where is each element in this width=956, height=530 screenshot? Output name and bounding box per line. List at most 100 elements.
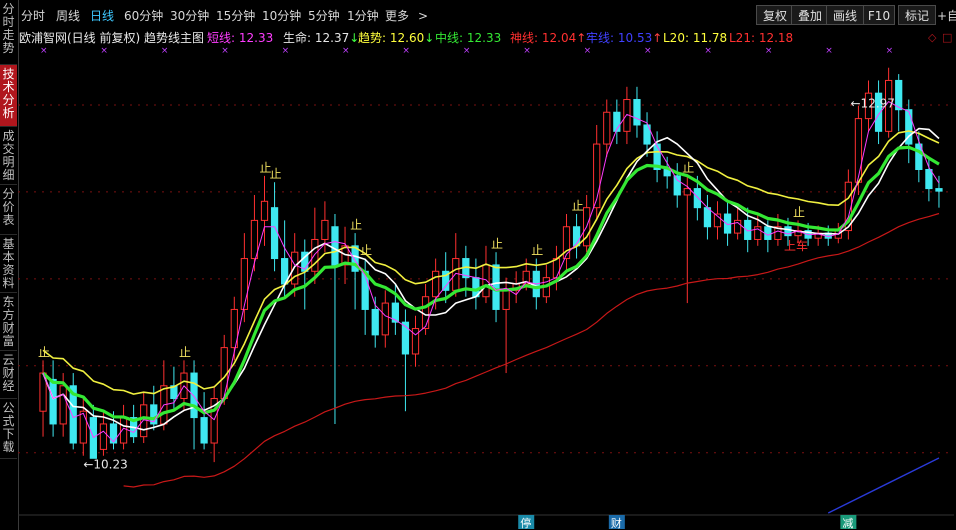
legend-arrow-icon: ↑ <box>652 31 663 45</box>
candle-body <box>452 258 460 291</box>
top-x-marker: × <box>342 47 350 56</box>
stop-marker: 止 <box>38 345 50 359</box>
event-marker: 停 <box>520 516 531 530</box>
candle-body <box>744 219 752 240</box>
candle-body <box>935 188 943 192</box>
candle-body <box>854 118 863 183</box>
candle-body <box>371 308 379 336</box>
firm-line <box>827 457 940 514</box>
tab-eastmoney[interactable]: 东方财富 <box>0 293 17 351</box>
trend-line <box>42 130 940 395</box>
f10-button[interactable]: F10 <box>863 5 895 25</box>
top-x-marker: × <box>40 47 48 56</box>
period-more[interactable]: 更多 <box>385 5 409 27</box>
add-custom-button[interactable]: +自 <box>937 5 956 27</box>
chart-close-icon[interactable]: □ <box>942 31 952 44</box>
legend-life-line: 生命: 12.37↓ <box>283 31 360 45</box>
candle-body <box>99 423 108 450</box>
candle-body <box>190 372 198 419</box>
tab-basic-info[interactable]: 基本资料 <box>0 235 17 293</box>
stop-marker: 止 <box>682 161 694 175</box>
candle-body <box>693 188 701 209</box>
more-arrow-icon[interactable]: > <box>418 5 428 27</box>
tab-trade-details[interactable]: 成交明细 <box>0 127 17 185</box>
period-15min[interactable]: 15分钟 <box>216 5 255 27</box>
stop-marker: 止 <box>491 237 503 251</box>
stop-marker: 止 <box>179 345 191 359</box>
left-vertical-tabs: 分时走势 技术分析 成交明细 分价表 基本资料 东方财富 云财经 公式下载 <box>0 0 19 530</box>
period-10min[interactable]: 10分钟 <box>262 5 301 27</box>
period-60min[interactable]: 60分钟 <box>124 5 163 27</box>
candle-body <box>723 213 732 234</box>
top-x-marker: × <box>402 47 410 56</box>
stop-marker: 止 <box>350 218 362 232</box>
legend-l21: L21: 12.18 <box>729 31 794 45</box>
tab-price-table[interactable]: 分价表 <box>0 185 17 235</box>
candle-body <box>270 207 279 260</box>
period-weekly[interactable]: 周线 <box>56 5 80 27</box>
candle-body <box>683 188 691 196</box>
candle-body <box>321 219 329 240</box>
event-marker: 财 <box>611 516 622 530</box>
low-price-label: ←10.23 <box>83 457 127 471</box>
top-x-marker: × <box>282 47 290 56</box>
legend-trend-line: 趋势: 12.60↓ <box>358 31 435 45</box>
candle-body <box>482 264 490 298</box>
legend-l20: L20: 11.78 <box>663 31 728 45</box>
period-daily[interactable]: 日线 <box>90 5 114 27</box>
candle-body <box>200 417 208 444</box>
top-x-marker: × <box>765 47 773 56</box>
tab-intraday[interactable]: 分时走势 <box>0 0 17 65</box>
candle-body <box>492 264 500 310</box>
candle-body <box>59 385 67 425</box>
top-x-marker: × <box>221 47 229 56</box>
mark-button[interactable]: 标记 <box>898 5 936 25</box>
period-intraday[interactable]: 分时 <box>21 5 45 27</box>
high-price-label: ←12.97 <box>851 97 895 111</box>
candle-body <box>240 258 248 310</box>
legend-firm-line: 牢线: 10.53↑ <box>586 31 663 45</box>
candlestick-chart[interactable]: 止止止止止止止止止止止× × × × × × × × × × × × × × ×←12.97←10.23上车… <box>18 47 954 530</box>
stop-marker: 止 <box>572 199 584 213</box>
period-toolbar: 分时 周线 日线 60分钟 30分钟 15分钟 10分钟 5分钟 1分钟 更多 … <box>18 5 956 27</box>
candle-body <box>421 296 430 330</box>
tab-technical-analysis[interactable]: 技术分析 <box>0 65 17 127</box>
candle-body <box>411 328 420 355</box>
legend-arrow-icon: ↓ <box>424 31 435 45</box>
overlay-button[interactable]: 叠加 <box>791 5 829 25</box>
chart-title: 欧浦智网(日线 前复权) 趋势线主图 <box>19 31 204 45</box>
period-30min[interactable]: 30分钟 <box>170 5 209 27</box>
stop-marker: 止 <box>360 244 372 258</box>
period-5min[interactable]: 5分钟 <box>308 5 340 27</box>
adjust-button[interactable]: 复权 <box>756 5 794 25</box>
candle-body <box>381 302 389 336</box>
top-x-marker: × <box>523 47 531 56</box>
legend-god-line: 神线: 12.04↑ <box>510 31 587 45</box>
candle-body <box>119 417 128 444</box>
legend-short-line: 短线: 12.33 <box>207 31 274 45</box>
top-x-marker: × <box>886 47 894 56</box>
top-x-marker: × <box>584 47 592 56</box>
candle-body <box>603 111 611 145</box>
event-marker: 减 <box>842 517 853 530</box>
candle-body <box>552 258 561 279</box>
period-1min[interactable]: 1分钟 <box>347 5 379 27</box>
legend-arrow-icon: ↑ <box>576 31 587 45</box>
top-x-marker: × <box>161 47 169 56</box>
candle-body <box>311 238 319 272</box>
chart-collapse-icon[interactable]: ◇ <box>928 31 936 44</box>
draw-line-button[interactable]: 画线 <box>826 5 864 25</box>
top-x-marker: × <box>100 47 108 56</box>
candle-body <box>250 219 259 260</box>
candle-body <box>79 410 87 444</box>
candle-body <box>925 169 933 190</box>
stop-marker: 止 <box>270 167 282 181</box>
tab-yuncaijing[interactable]: 云财经 <box>0 351 17 399</box>
candle-body <box>502 289 510 310</box>
candle-body <box>49 378 57 425</box>
tab-formula-download[interactable]: 公式下载 <box>0 399 17 459</box>
stop-marker: 止 <box>531 244 543 258</box>
top-x-marker: × <box>644 47 652 56</box>
legend-mid-line: 中线: 12.33 <box>435 31 502 45</box>
top-x-marker: × <box>463 47 471 56</box>
